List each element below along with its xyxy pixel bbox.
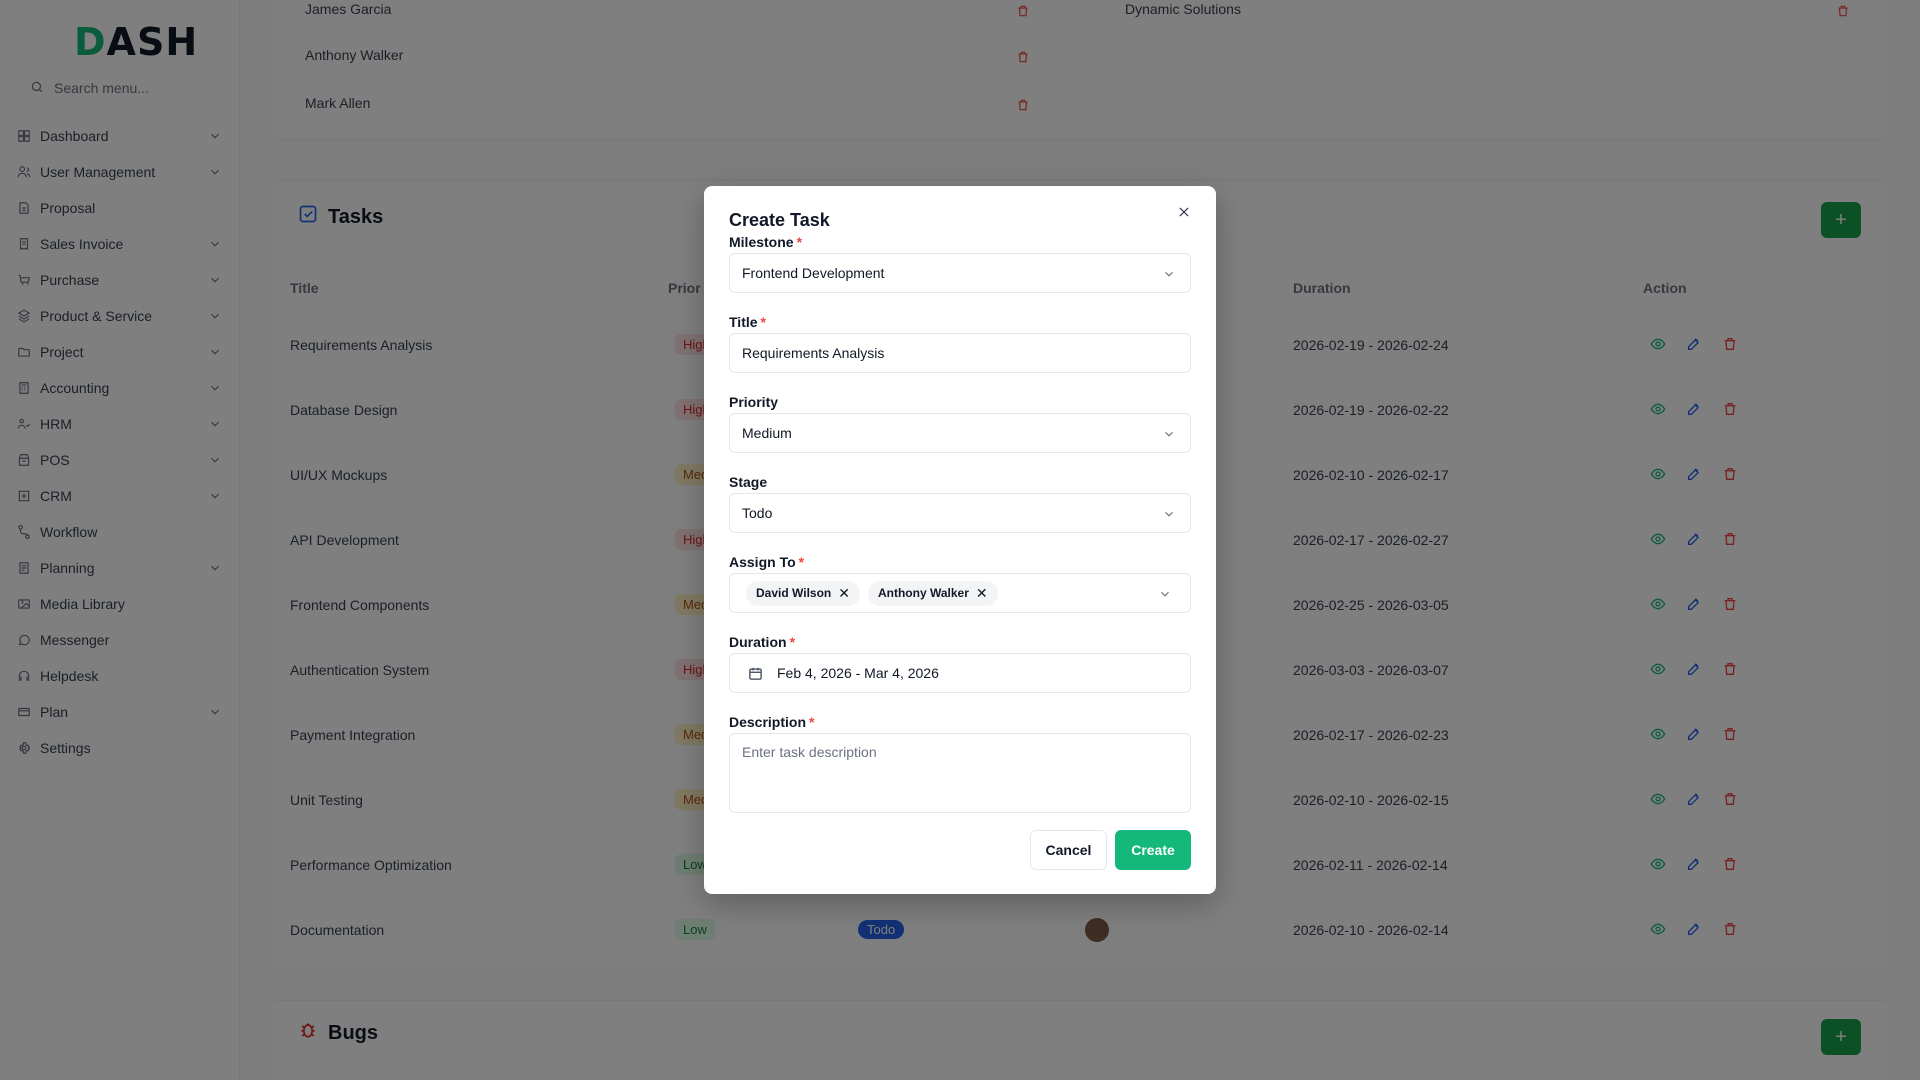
milestone-select[interactable]: Frontend Development	[729, 253, 1191, 293]
title-input[interactable]: Requirements Analysis	[729, 333, 1191, 373]
description-textarea[interactable]: Enter task description	[729, 733, 1191, 813]
close-icon[interactable]	[1175, 203, 1193, 221]
chevron-down-icon	[1165, 431, 1173, 437]
assign-to-label: Assign To *	[729, 554, 805, 570]
assign-to-multiselect[interactable]: David Wilson ✕ Anthony Walker ✕	[729, 573, 1191, 613]
stage-label: Stage	[729, 474, 768, 490]
title-label: Title *	[729, 314, 766, 330]
calendar-icon	[749, 667, 762, 680]
assignee-chip: David Wilson ✕	[746, 580, 860, 606]
stage-select[interactable]: Todo	[729, 493, 1191, 533]
chevron-down-icon	[1165, 511, 1173, 517]
modal-title: Create Task	[729, 210, 830, 230]
chevron-down-icon	[1165, 271, 1173, 277]
milestone-label: Milestone *	[729, 234, 803, 250]
priority-select[interactable]: Medium	[729, 413, 1191, 453]
create-button[interactable]: Create	[1115, 830, 1191, 870]
cancel-button[interactable]: Cancel	[1030, 830, 1107, 870]
priority-label: Priority	[729, 394, 779, 410]
duration-label: Duration *	[729, 634, 796, 650]
chevron-down-icon	[1161, 591, 1169, 597]
remove-chip-icon[interactable]: ✕	[976, 585, 988, 602]
create-task-modal: Create Task Milestone * Frontend Developm…	[704, 186, 1216, 894]
duration-picker[interactable]: Feb 4, 2026 - Mar 4, 2026	[729, 653, 1191, 693]
description-label: Description *	[729, 714, 815, 730]
remove-chip-icon[interactable]: ✕	[838, 585, 850, 602]
assignee-chip: Anthony Walker ✕	[867, 580, 998, 606]
